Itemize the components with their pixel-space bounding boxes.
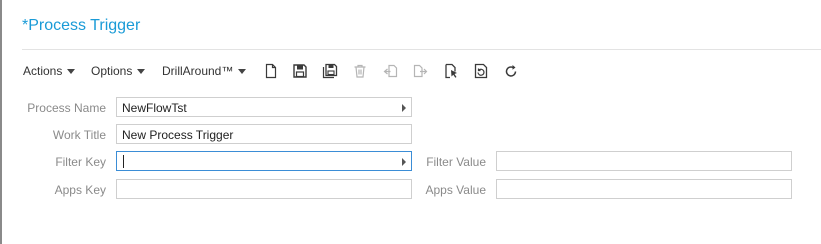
apps-value-field[interactable] xyxy=(496,179,792,199)
export-icon[interactable] xyxy=(411,62,429,80)
work-title-label: Work Title xyxy=(52,128,106,142)
refresh-document-icon[interactable] xyxy=(472,62,490,80)
save-icon[interactable] xyxy=(291,62,309,80)
options-menu[interactable]: Options xyxy=(91,60,146,82)
process-name-label: Process Name xyxy=(27,101,106,115)
caret-down-icon xyxy=(67,68,76,74)
work-title-field[interactable]: New Process Trigger xyxy=(116,124,412,144)
page-title: *Process Trigger xyxy=(22,17,141,34)
filter-key-field[interactable] xyxy=(116,151,412,171)
apps-value-label: Apps Value xyxy=(425,183,487,197)
reload-icon[interactable] xyxy=(502,62,520,80)
actions-menu[interactable]: Actions xyxy=(23,60,76,82)
new-document-icon[interactable] xyxy=(262,62,280,80)
apps-key-label: Apps Key xyxy=(54,183,106,197)
process-name-value: NewFlowTst xyxy=(122,101,187,115)
toolbar: Actions Options DrillAround™ xyxy=(23,60,813,82)
process-name-field[interactable]: NewFlowTst xyxy=(116,97,412,117)
options-menu-label: Options xyxy=(91,64,133,78)
save-all-icon[interactable] xyxy=(321,62,339,80)
caret-down-icon xyxy=(137,68,146,74)
drillaround-menu[interactable]: DrillAround™ xyxy=(162,60,247,82)
title-divider xyxy=(22,49,821,50)
window-left-edge xyxy=(0,0,2,244)
chevron-right-icon[interactable] xyxy=(402,158,406,166)
caret-down-icon xyxy=(238,68,247,74)
select-document-icon[interactable] xyxy=(442,62,460,80)
actions-menu-label: Actions xyxy=(23,64,63,78)
filter-key-label: Filter Key xyxy=(55,155,106,169)
apps-key-field[interactable] xyxy=(116,179,412,199)
work-title-value: New Process Trigger xyxy=(122,128,234,142)
chevron-right-icon[interactable] xyxy=(402,104,406,112)
filter-value-field[interactable] xyxy=(496,151,792,171)
drillaround-menu-label: DrillAround™ xyxy=(162,64,234,78)
filter-value-label: Filter Value xyxy=(426,155,486,169)
text-cursor xyxy=(123,155,124,168)
import-icon[interactable] xyxy=(382,62,400,80)
delete-icon[interactable] xyxy=(351,62,369,80)
